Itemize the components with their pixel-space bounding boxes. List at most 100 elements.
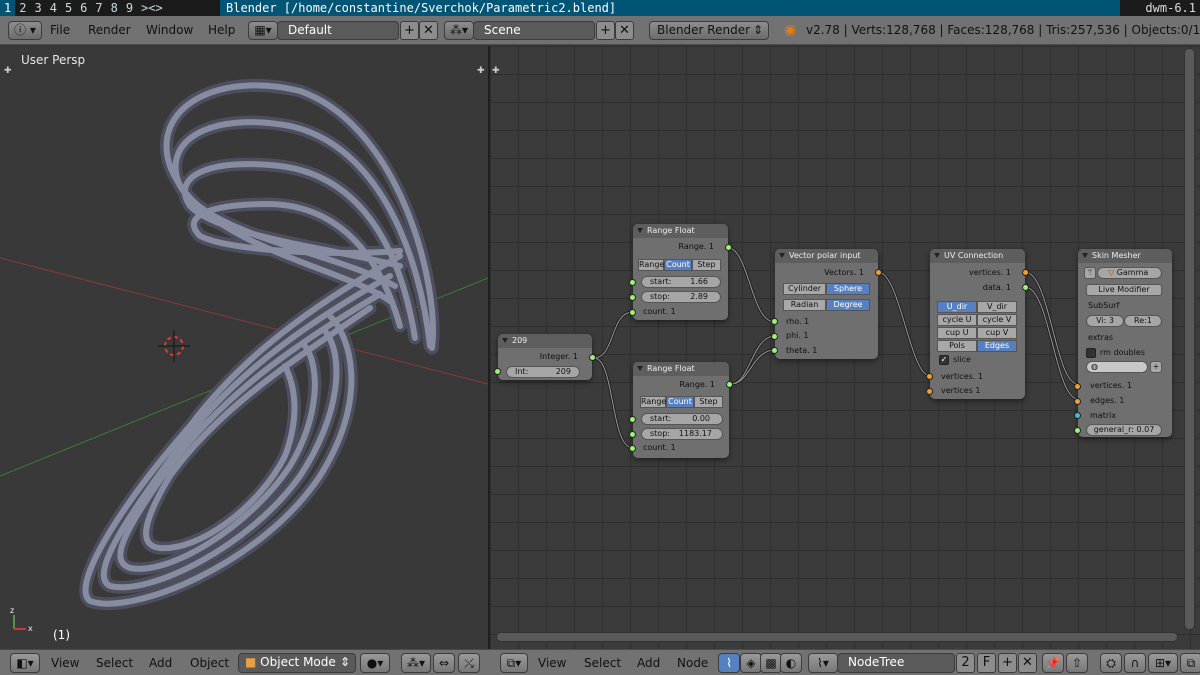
remove-layout-button[interactable]: ✕ xyxy=(419,21,438,40)
menu-file[interactable]: File xyxy=(50,21,70,40)
node-header[interactable]: Range Float xyxy=(633,224,728,238)
input-socket[interactable] xyxy=(1074,398,1081,405)
menu-select[interactable]: Select xyxy=(96,654,133,673)
compositor-tree-button[interactable]: ◐ xyxy=(780,653,802,673)
add-object-button[interactable]: + xyxy=(1150,361,1162,373)
start-field[interactable]: start: 0.00 xyxy=(641,413,723,425)
integer-node[interactable]: 209 Integer. 1 Int: 209 xyxy=(494,334,596,380)
wm-tag-2[interactable]: 2 xyxy=(15,0,30,16)
skin-mesher-node[interactable]: Skin Mesher ⚚ ▽ Gamma Live Modifier SubS… xyxy=(1074,249,1172,437)
output-socket[interactable] xyxy=(589,354,596,361)
shading-button[interactable]: ●▾ xyxy=(360,653,390,673)
input-socket[interactable] xyxy=(629,279,636,286)
menu-add[interactable]: Add xyxy=(149,654,172,673)
range-float-node-1[interactable]: Range Float Range. 1 Range Count Step st… xyxy=(629,224,732,320)
menu-view[interactable]: View xyxy=(51,654,79,673)
menu-help[interactable]: Help xyxy=(208,21,235,40)
wm-layout-symbol[interactable]: ><> xyxy=(137,0,167,16)
manipulator-button[interactable]: ⇔ xyxy=(433,653,455,673)
input-socket[interactable] xyxy=(629,309,636,316)
input-socket[interactable] xyxy=(1074,412,1081,419)
live-modifier-button[interactable]: Live Modifier xyxy=(1086,284,1162,296)
mode-step-toggle[interactable]: Step xyxy=(692,259,721,271)
input-socket[interactable] xyxy=(629,431,636,438)
shader-tree-button[interactable]: ◈ xyxy=(740,653,762,673)
stop-field[interactable]: stop: 2.89 xyxy=(641,291,721,303)
wm-tag-7[interactable]: 7 xyxy=(91,0,106,16)
object-field[interactable]: ◍ xyxy=(1086,361,1148,373)
input-socket[interactable] xyxy=(629,294,636,301)
stop-field[interactable]: stop: 1183.17 xyxy=(641,428,723,440)
users-count[interactable]: 2 xyxy=(956,653,975,673)
cycle-v-toggle[interactable]: cycle V xyxy=(977,314,1017,326)
mode-step-toggle[interactable]: Step xyxy=(694,396,723,408)
menu-select[interactable]: Select xyxy=(584,654,621,673)
edges-toggle[interactable]: Edges xyxy=(977,340,1017,352)
vertical-scrollbar[interactable] xyxy=(1184,48,1195,630)
wm-tag-5[interactable]: 5 xyxy=(61,0,76,16)
wm-tag-3[interactable]: 3 xyxy=(30,0,45,16)
re-field[interactable]: Re:1 xyxy=(1124,315,1162,327)
3d-viewport[interactable]: x z User Persp (1) ✚ ✚ xyxy=(0,46,488,649)
parent-tree-button[interactable]: ⇧ xyxy=(1066,653,1088,673)
screen-layout-button[interactable]: ▦▾ xyxy=(248,21,278,40)
input-socket[interactable] xyxy=(629,445,636,452)
backdrop-button[interactable]: ⛭ xyxy=(1100,653,1122,673)
snap-button[interactable]: ∩ xyxy=(1124,653,1146,673)
wm-tag-6[interactable]: 6 xyxy=(76,0,91,16)
output-socket[interactable] xyxy=(726,381,733,388)
input-socket[interactable] xyxy=(1074,383,1081,390)
pivot-button[interactable]: ⁂▾ xyxy=(401,653,431,673)
node-header[interactable]: Range Float xyxy=(633,362,729,376)
input-socket[interactable] xyxy=(771,318,778,325)
node-tree-field[interactable]: NodeTree xyxy=(837,653,955,673)
pols-toggle[interactable]: Pols xyxy=(937,340,977,352)
vector-polar-input-node[interactable]: Vector polar input Vectors. 1 Cylinder S… xyxy=(771,249,882,359)
gamma-field[interactable]: ▽ Gamma xyxy=(1097,267,1162,279)
input-socket[interactable] xyxy=(771,333,778,340)
remove-scene-button[interactable]: ✕ xyxy=(615,21,634,40)
translate-button[interactable]: ⤯ xyxy=(458,653,480,673)
input-socket[interactable] xyxy=(771,347,778,354)
new-tree-button[interactable]: + xyxy=(998,653,1017,673)
corner-plus-icon[interactable]: ✚ xyxy=(4,66,12,76)
mode-select[interactable]: ■ Object Mode ⇕ xyxy=(238,653,356,673)
radian-toggle[interactable]: Radian xyxy=(783,299,826,311)
screen-layout-field[interactable]: Default xyxy=(277,21,399,40)
input-socket[interactable] xyxy=(926,388,933,395)
rm-doubles-checkbox[interactable] xyxy=(1086,348,1096,358)
menu-node[interactable]: Node xyxy=(677,654,708,673)
output-socket[interactable] xyxy=(1022,284,1029,291)
u-dir-toggle[interactable]: U_dir xyxy=(937,301,977,313)
vi-field[interactable]: Vi: 3 xyxy=(1086,315,1124,327)
sverchok-tree-button[interactable]: ⌇ xyxy=(718,653,740,673)
menu-view[interactable]: View xyxy=(538,654,566,673)
render-engine-select[interactable]: Blender Render ⇕ xyxy=(649,21,769,40)
wm-tag-4[interactable]: 4 xyxy=(46,0,61,16)
cup-u-toggle[interactable]: cup U xyxy=(937,327,977,339)
scene-field[interactable]: Scene xyxy=(473,21,595,40)
cycle-u-toggle[interactable]: cycle U xyxy=(937,314,977,326)
corner-plus-icon[interactable]: ✚ xyxy=(477,66,485,76)
unlink-tree-button[interactable]: ✕ xyxy=(1018,653,1037,673)
node-header[interactable]: 209 xyxy=(498,334,592,348)
node-header[interactable]: Vector polar input xyxy=(775,249,878,263)
menu-object[interactable]: Object xyxy=(190,654,229,673)
output-socket[interactable] xyxy=(1022,269,1029,276)
slice-checkbox[interactable]: ✓ xyxy=(939,355,949,365)
menu-window[interactable]: Window xyxy=(146,21,193,40)
degree-toggle[interactable]: Degree xyxy=(826,299,870,311)
add-scene-button[interactable]: + xyxy=(596,21,615,40)
cylinder-toggle[interactable]: Cylinder xyxy=(783,283,826,295)
output-socket[interactable] xyxy=(725,244,732,251)
node-editor[interactable]: ✚ 209 Integer. 1 Int: 209 Range Float Ran… xyxy=(490,46,1200,649)
mode-range-toggle[interactable]: Range xyxy=(638,259,664,271)
wm-tag-8[interactable]: 8 xyxy=(107,0,122,16)
input-socket[interactable] xyxy=(926,373,933,380)
mode-count-toggle[interactable]: Count xyxy=(664,259,692,271)
fake-user-toggle[interactable]: F xyxy=(977,653,996,673)
start-field[interactable]: start: 1.66 xyxy=(641,276,721,288)
mode-range-toggle[interactable]: Range xyxy=(640,396,666,408)
mode-count-toggle[interactable]: Count xyxy=(666,396,694,408)
tree-browse-button[interactable]: ⌇▾ xyxy=(808,653,838,673)
